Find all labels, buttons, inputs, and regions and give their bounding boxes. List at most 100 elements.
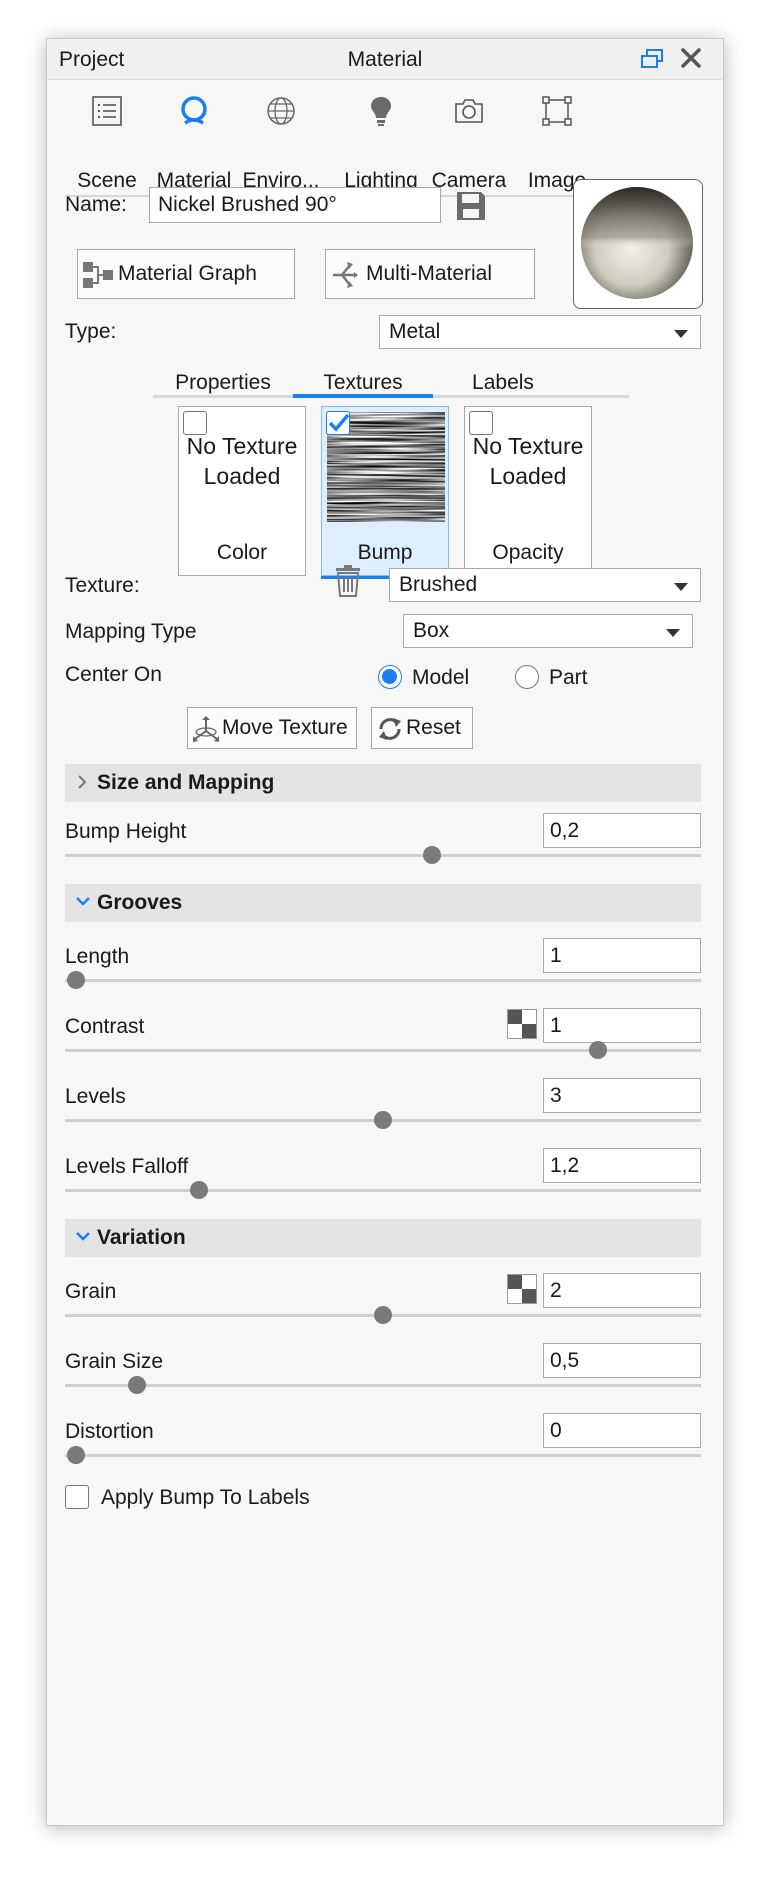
- mapping-type-value: Box: [413, 619, 450, 642]
- move-texture-label: Move Texture: [222, 716, 348, 739]
- texture-slot-opacity[interactable]: No Texture Loaded Opacity: [464, 406, 592, 576]
- levels-slider[interactable]: [65, 1111, 701, 1129]
- tab-environment[interactable]: Enviro...: [231, 91, 331, 195]
- reset-label: Reset: [406, 716, 461, 739]
- reset-button[interactable]: Reset: [371, 707, 473, 749]
- radio-part[interactable]: [515, 665, 539, 689]
- radio-model-label: Model: [412, 666, 470, 689]
- move-texture-button[interactable]: Move Texture: [187, 707, 357, 749]
- panel-title: Material: [347, 48, 423, 71]
- tab-lighting[interactable]: Lighting: [331, 91, 431, 195]
- texture-slot-caption: Color: [216, 541, 268, 564]
- active-subtab-indicator: [293, 394, 433, 398]
- levels-falloff-slider[interactable]: [65, 1181, 701, 1199]
- material-preview-frame[interactable]: [573, 179, 703, 309]
- grain-size-input[interactable]: 0,5: [543, 1343, 701, 1378]
- texture-slot-color[interactable]: No Texture Loaded Color: [178, 406, 306, 576]
- levels-input[interactable]: 3: [543, 1078, 701, 1113]
- slider-knob[interactable]: [67, 971, 85, 989]
- texture-slot-bump[interactable]: Bump: [321, 406, 449, 579]
- texture-label: Texture:: [65, 574, 140, 597]
- checkmark-icon: [328, 413, 350, 432]
- bump-height-slider[interactable]: [65, 846, 701, 864]
- material-panel: Project Material Scene Material Enviro..…: [46, 38, 724, 1826]
- contrast-slider[interactable]: [65, 1041, 701, 1059]
- apply-bump-label: Apply Bump To Labels: [101, 1486, 310, 1509]
- material-graph-label: Material Graph: [118, 262, 257, 285]
- length-label: Length: [65, 945, 130, 968]
- name-label: Name:: [65, 193, 127, 216]
- texture-dropdown-value: Brushed: [399, 573, 478, 596]
- grain-input[interactable]: 2: [543, 1273, 701, 1308]
- type-label: Type:: [65, 320, 117, 343]
- grain-size-slider[interactable]: [65, 1376, 701, 1394]
- type-dropdown[interactable]: Metal: [379, 315, 701, 349]
- grain-label: Grain: [65, 1280, 117, 1303]
- levels-falloff-input[interactable]: 1,2: [543, 1148, 701, 1183]
- contrast-input[interactable]: 1: [543, 1008, 701, 1043]
- section-title: Grooves: [97, 891, 183, 914]
- multi-material-button[interactable]: Multi-Material: [325, 249, 535, 299]
- grain-slider[interactable]: [65, 1306, 701, 1324]
- dropdown-arrow-icon: [674, 583, 688, 591]
- grain-size-label: Grain Size: [65, 1350, 164, 1373]
- slider-knob[interactable]: [374, 1111, 392, 1129]
- tab-camera[interactable]: Camera: [419, 91, 519, 195]
- texture-map-checker-icon[interactable]: [507, 1274, 537, 1304]
- trash-icon[interactable]: [333, 564, 363, 598]
- mapping-type-dropdown[interactable]: Box: [403, 614, 693, 648]
- chevron-down-icon: [76, 1232, 90, 1241]
- distortion-label: Distortion: [65, 1420, 154, 1443]
- subtab-labels[interactable]: Labels: [433, 371, 573, 395]
- no-texture-text: No Texture Loaded: [186, 433, 298, 489]
- slider-knob[interactable]: [189, 1181, 208, 1199]
- subtab-textures[interactable]: Textures: [293, 371, 433, 395]
- radio-part-label: Part: [549, 666, 588, 689]
- section-grooves[interactable]: Grooves: [65, 884, 701, 922]
- chevron-down-icon: [76, 897, 90, 906]
- slider-knob[interactable]: [423, 846, 442, 864]
- multi-material-label: Multi-Material: [366, 262, 493, 285]
- length-slider[interactable]: [65, 971, 701, 989]
- slider-knob[interactable]: [374, 1306, 392, 1324]
- image-frame-icon: [542, 96, 572, 126]
- close-icon[interactable]: [680, 47, 702, 69]
- radio-model[interactable]: [378, 665, 402, 689]
- restore-window-icon[interactable]: [640, 48, 664, 70]
- reset-icon: [379, 718, 401, 740]
- tab-scene[interactable]: Scene: [57, 91, 157, 195]
- distortion-slider[interactable]: [65, 1446, 701, 1464]
- material-name-input[interactable]: Nickel Brushed 90°: [149, 187, 441, 223]
- material-graph-button[interactable]: Material Graph: [77, 249, 295, 299]
- slider-knob[interactable]: [128, 1376, 147, 1394]
- texture-map-checker-icon[interactable]: [507, 1009, 537, 1039]
- tab-label: Scene: [77, 169, 137, 192]
- levels-falloff-label: Levels Falloff: [65, 1155, 189, 1178]
- bump-height-label: Bump Height: [65, 820, 187, 843]
- tab-material[interactable]: Material: [146, 91, 242, 195]
- lightbulb-icon: [371, 97, 391, 126]
- dropdown-arrow-icon: [666, 629, 680, 637]
- slider-knob[interactable]: [67, 1446, 85, 1464]
- distortion-input[interactable]: 0: [543, 1413, 701, 1448]
- bump-height-input[interactable]: 0,2: [543, 813, 701, 848]
- section-variation[interactable]: Variation: [65, 1219, 701, 1257]
- apply-bump-checkbox[interactable]: [65, 1485, 89, 1509]
- camera-icon: [455, 99, 483, 123]
- contrast-label: Contrast: [65, 1015, 145, 1038]
- graph-icon: [83, 262, 113, 288]
- subtab-properties[interactable]: Properties: [153, 371, 293, 395]
- texture-dropdown[interactable]: Brushed: [389, 568, 701, 602]
- material-preview-sphere: [581, 187, 693, 299]
- levels-label: Levels: [65, 1085, 126, 1108]
- texture-slot-checkbox-checked[interactable]: [326, 411, 350, 435]
- title-bar: Project Material: [47, 39, 723, 80]
- material-ring-icon: [181, 96, 207, 125]
- move-texture-icon: [193, 716, 219, 742]
- length-input[interactable]: 1: [543, 938, 701, 973]
- chevron-right-icon: [78, 775, 87, 789]
- section-title: Variation: [97, 1226, 186, 1249]
- section-size-and-mapping[interactable]: Size and Mapping: [65, 764, 701, 802]
- slider-knob[interactable]: [588, 1041, 607, 1059]
- save-icon[interactable]: [454, 189, 488, 223]
